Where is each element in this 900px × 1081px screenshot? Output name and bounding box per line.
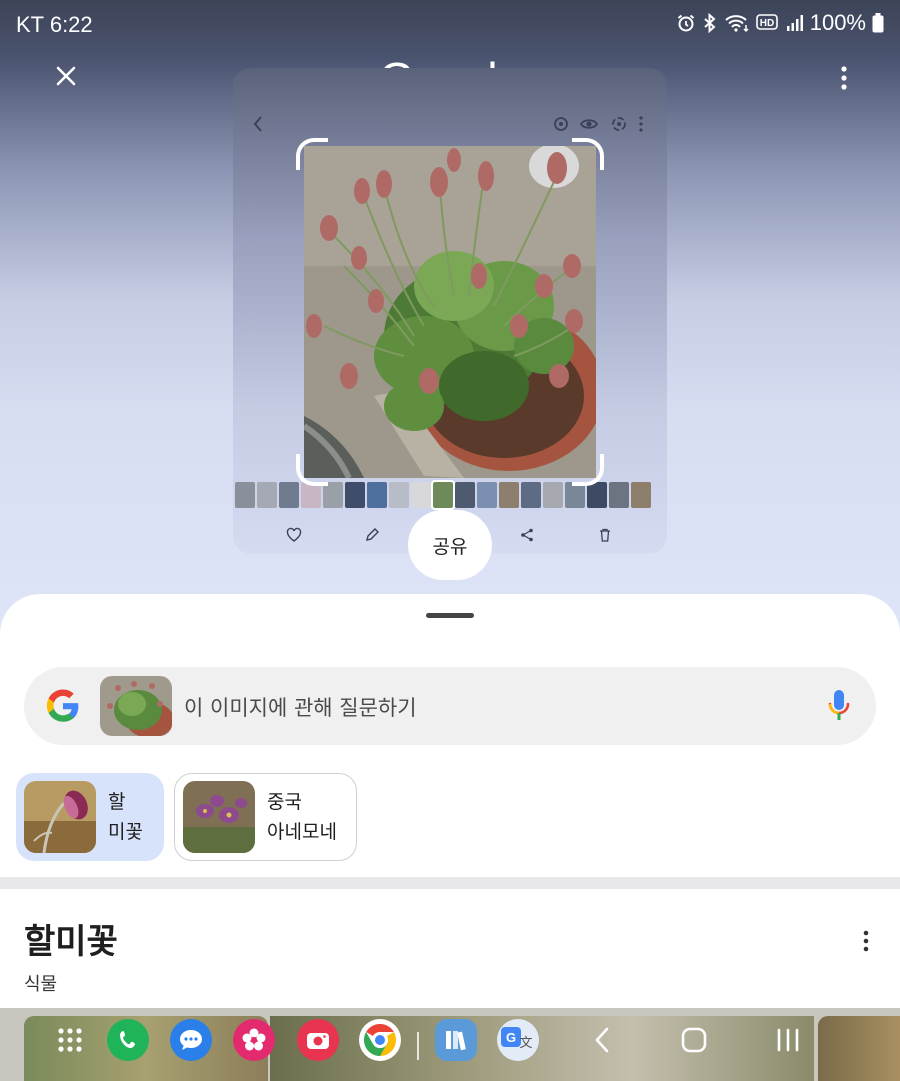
search-image-thumbnail[interactable] bbox=[100, 676, 172, 736]
home-nav-button[interactable] bbox=[672, 1018, 716, 1062]
result-more-button[interactable] bbox=[862, 929, 870, 953]
translate-app[interactable]: G文 bbox=[496, 1018, 540, 1062]
status-bar: KT 6:22 HD 100% bbox=[0, 0, 900, 52]
share-label: 공유 bbox=[432, 535, 468, 558]
phone-app-icon bbox=[107, 1019, 149, 1061]
more-vert-icon bbox=[841, 66, 847, 90]
battery-text: 100% bbox=[809, 10, 866, 35]
mic-icon[interactable] bbox=[826, 688, 852, 724]
gallery-app[interactable] bbox=[232, 1018, 276, 1062]
alarm-icon bbox=[676, 13, 696, 33]
edit-icon bbox=[366, 528, 379, 541]
eye-icon bbox=[579, 119, 599, 129]
hd-icon: HD bbox=[755, 14, 780, 32]
chip-chinese-anemone[interactable]: 중국 아네모네 bbox=[174, 773, 357, 861]
status-icons: HD 100% bbox=[676, 10, 884, 36]
result-title: 할미꽃 bbox=[24, 922, 118, 962]
preview-more-icon bbox=[639, 116, 643, 132]
messages-app-icon bbox=[170, 1019, 212, 1061]
flower-photo bbox=[304, 146, 596, 478]
thumbnail-strip bbox=[233, 480, 667, 510]
crop-corner-bottom-left[interactable] bbox=[296, 454, 328, 486]
svg-text:文: 文 bbox=[519, 1036, 532, 1051]
svg-text:G: G bbox=[506, 1030, 516, 1045]
chip-label: 할 미꽃 bbox=[108, 791, 143, 843]
phone-app[interactable] bbox=[106, 1018, 150, 1062]
remaster-icon bbox=[554, 117, 568, 131]
section-divider bbox=[0, 877, 900, 889]
sheet-drag-handle[interactable] bbox=[426, 613, 474, 618]
dock-separator bbox=[417, 1032, 419, 1060]
battery-icon bbox=[872, 13, 884, 33]
chrome-app[interactable] bbox=[358, 1018, 402, 1062]
messages-app[interactable] bbox=[169, 1018, 213, 1062]
crop-corner-top-left[interactable] bbox=[296, 138, 328, 170]
result-image-2 bbox=[270, 1016, 814, 1081]
recents-nav-button[interactable] bbox=[766, 1018, 810, 1062]
back-nav-button[interactable] bbox=[580, 1018, 624, 1062]
signal-icon bbox=[786, 14, 804, 32]
books-app[interactable] bbox=[434, 1018, 478, 1062]
more-vert-icon bbox=[863, 930, 869, 952]
share-icon bbox=[521, 528, 533, 542]
status-time: KT 6:22 bbox=[16, 12, 93, 37]
thumbnail-image bbox=[100, 676, 172, 736]
svg-text:HD: HD bbox=[759, 18, 773, 29]
more-options-button[interactable] bbox=[840, 64, 848, 92]
books-app-icon bbox=[435, 1019, 477, 1061]
camera-app-icon bbox=[297, 1019, 339, 1061]
bluetooth-icon bbox=[702, 13, 718, 33]
chip-pulsatilla[interactable]: 할 미꽃 bbox=[16, 773, 164, 861]
translate-app-icon: G文 bbox=[497, 1019, 539, 1061]
apps-grid-button[interactable] bbox=[48, 1018, 92, 1062]
chrome-app-icon bbox=[359, 1019, 401, 1061]
crop-corner-top-right[interactable] bbox=[572, 138, 604, 170]
lens-icon bbox=[612, 117, 626, 131]
gallery-app-icon bbox=[233, 1019, 275, 1061]
selected-photo[interactable] bbox=[304, 146, 596, 478]
result-image-3 bbox=[818, 1016, 900, 1081]
camera-app[interactable] bbox=[296, 1018, 340, 1062]
chip-image bbox=[24, 781, 96, 853]
search-placeholder[interactable]: 이 이미지에 관해 질문하기 bbox=[184, 692, 417, 722]
result-subtitle: 식물 bbox=[24, 974, 58, 995]
chip-label: 중국 아네모네 bbox=[267, 791, 337, 843]
wifi-icon bbox=[724, 13, 750, 33]
trash-icon bbox=[600, 528, 610, 542]
back-icon bbox=[253, 116, 262, 132]
apps-grid-icon bbox=[58, 1028, 82, 1052]
share-button[interactable]: 공유 bbox=[408, 510, 492, 580]
heart-icon bbox=[286, 527, 302, 542]
preview-toolbar bbox=[233, 112, 667, 136]
home-nav-icon bbox=[681, 1027, 707, 1053]
recents-nav-icon bbox=[777, 1028, 799, 1052]
back-nav-icon bbox=[595, 1027, 609, 1053]
google-g-icon bbox=[46, 689, 79, 722]
chip-image bbox=[183, 781, 255, 853]
